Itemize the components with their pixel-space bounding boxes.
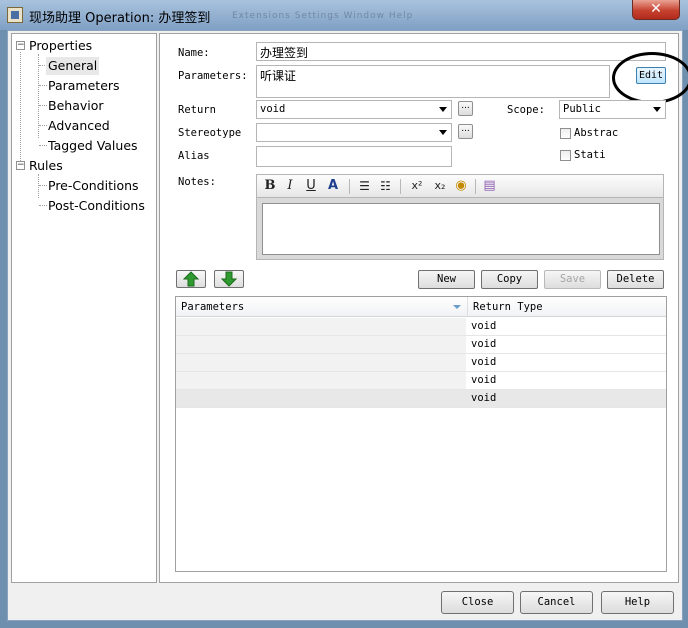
notes-toolbar: B I U A ☰ ☷ x² x₂ ◉ ▤ (256, 174, 664, 198)
table-row[interactable]: void (176, 372, 666, 390)
static-label: Stati (574, 149, 606, 161)
abstract-checkbox[interactable] (560, 128, 571, 139)
close-icon: ✕ (650, 1, 662, 17)
copy-button[interactable]: Copy (481, 270, 538, 289)
alias-label: Alias (178, 150, 210, 162)
notes-area-frame (256, 198, 664, 260)
move-down-button[interactable] (214, 270, 244, 288)
column-header-return-type[interactable]: Return Type (468, 297, 666, 317)
operation-dialog: − Properties General Parameters Behavior… (7, 30, 688, 621)
help-button[interactable]: Help (601, 591, 674, 614)
scope-combo[interactable]: Public (559, 100, 666, 119)
parameters-grid[interactable]: Parameters Return Type void void void vo… (175, 296, 667, 572)
chevron-down-icon (653, 107, 661, 112)
table-row[interactable]: void (176, 354, 666, 372)
tree-item-tagged-values[interactable]: Tagged Values (48, 137, 138, 155)
superscript-button[interactable]: x² (409, 178, 425, 194)
help-button-label: Help (624, 596, 651, 608)
param-cell (176, 390, 466, 407)
toolbar-separator (349, 179, 350, 194)
stereotype-combo[interactable] (256, 123, 452, 142)
new-button-label: New (437, 273, 456, 285)
title-bar: 现场助理 Operation: 办理签到 Extensions Settings… (0, 0, 688, 30)
bullet-list-button[interactable]: ☰ (357, 178, 372, 194)
chevron-down-icon (439, 107, 447, 112)
table-row[interactable]: void (176, 390, 666, 408)
return-browse-button[interactable]: ... (458, 101, 473, 116)
copy-button-label: Copy (496, 273, 523, 285)
alias-field[interactable] (256, 146, 452, 167)
notes-textarea[interactable] (262, 203, 660, 255)
tree-item-properties[interactable]: Properties (29, 37, 92, 55)
font-color-button[interactable]: A (325, 178, 341, 194)
parameters-label: Parameters: (178, 70, 248, 82)
toolbar-separator (400, 179, 401, 194)
general-panel: Name: 办理签到 Parameters: 听课证 Edit Return v… (159, 33, 688, 583)
return-type-cell: void (471, 320, 497, 332)
close-window-button[interactable]: ✕ (632, 0, 680, 20)
tree-item-advanced[interactable]: Advanced (48, 117, 110, 135)
cancel-button-label: Cancel (537, 596, 576, 608)
return-type-cell: void (471, 338, 497, 350)
return-type-cell: void (471, 356, 497, 368)
return-value: void (260, 103, 286, 115)
scope-value: Public (563, 103, 601, 115)
underline-button[interactable]: U (304, 178, 318, 194)
column-header-parameters[interactable]: Parameters (176, 297, 468, 317)
tree-item-general[interactable]: General (46, 57, 100, 75)
tree-item-behavior[interactable]: Behavior (48, 97, 104, 115)
bold-button[interactable]: B (263, 178, 277, 194)
return-type-cell: void (471, 374, 497, 386)
paste-button[interactable]: ▤ (482, 178, 497, 194)
collapse-rules-icon[interactable]: − (16, 161, 25, 170)
column-header-parameters-label: Parameters (181, 301, 245, 313)
scope-label: Scope: (507, 104, 545, 116)
new-button[interactable]: New (418, 270, 475, 289)
close-button[interactable]: Close (441, 591, 514, 614)
save-button-label: Save (559, 273, 586, 285)
name-field[interactable]: 办理签到 (256, 42, 666, 61)
collapse-properties-icon[interactable]: − (16, 41, 25, 50)
hyperlink-button[interactable]: ◉ (453, 178, 469, 194)
close-button-label: Close (461, 596, 494, 608)
table-row[interactable]: void (176, 336, 666, 354)
stereotype-browse-button[interactable]: ... (458, 124, 473, 139)
numbered-list-button[interactable]: ☷ (378, 178, 393, 194)
param-cell (176, 354, 466, 371)
return-type-cell: void (466, 390, 666, 407)
stereotype-label: Stereotype (178, 127, 242, 139)
table-row[interactable]: void (176, 318, 666, 336)
background-menu-ghost: Extensions Settings Window Help (232, 11, 414, 21)
delete-button-label: Delete (616, 273, 655, 285)
toolbar-separator (475, 179, 476, 194)
parameters-field[interactable]: 听课证 (256, 65, 610, 98)
static-checkbox[interactable] (560, 150, 571, 161)
sort-arrow-icon (453, 305, 461, 309)
cancel-button[interactable]: Cancel (520, 591, 593, 614)
return-combo[interactable]: void (256, 100, 452, 119)
notes-label: Notes: (178, 176, 216, 188)
properties-tree: − Properties General Parameters Behavior… (11, 33, 157, 583)
move-up-button[interactable] (176, 270, 206, 288)
tree-item-post-conditions[interactable]: Post-Conditions (48, 197, 145, 215)
window-title: 现场助理 Operation: 办理签到 (29, 11, 211, 26)
tree-item-rules[interactable]: Rules (29, 157, 63, 175)
return-label: Return (178, 104, 216, 116)
tree-item-parameters[interactable]: Parameters (48, 77, 120, 95)
subscript-button[interactable]: x₂ (432, 178, 448, 194)
param-cell (176, 336, 466, 353)
abstract-label: Abstrac (574, 127, 619, 139)
delete-button[interactable]: Delete (607, 270, 664, 289)
arrow-up-icon (182, 271, 200, 287)
name-label: Name: (178, 47, 210, 59)
param-cell (176, 318, 466, 335)
save-button[interactable]: Save (544, 270, 601, 289)
highlight-circle (612, 52, 688, 104)
chevron-down-icon (439, 130, 447, 135)
arrow-down-icon (220, 271, 238, 287)
operation-icon (7, 7, 23, 23)
italic-button[interactable]: I (284, 178, 296, 194)
tree-item-pre-conditions[interactable]: Pre-Conditions (48, 177, 139, 195)
param-cell (176, 372, 466, 389)
